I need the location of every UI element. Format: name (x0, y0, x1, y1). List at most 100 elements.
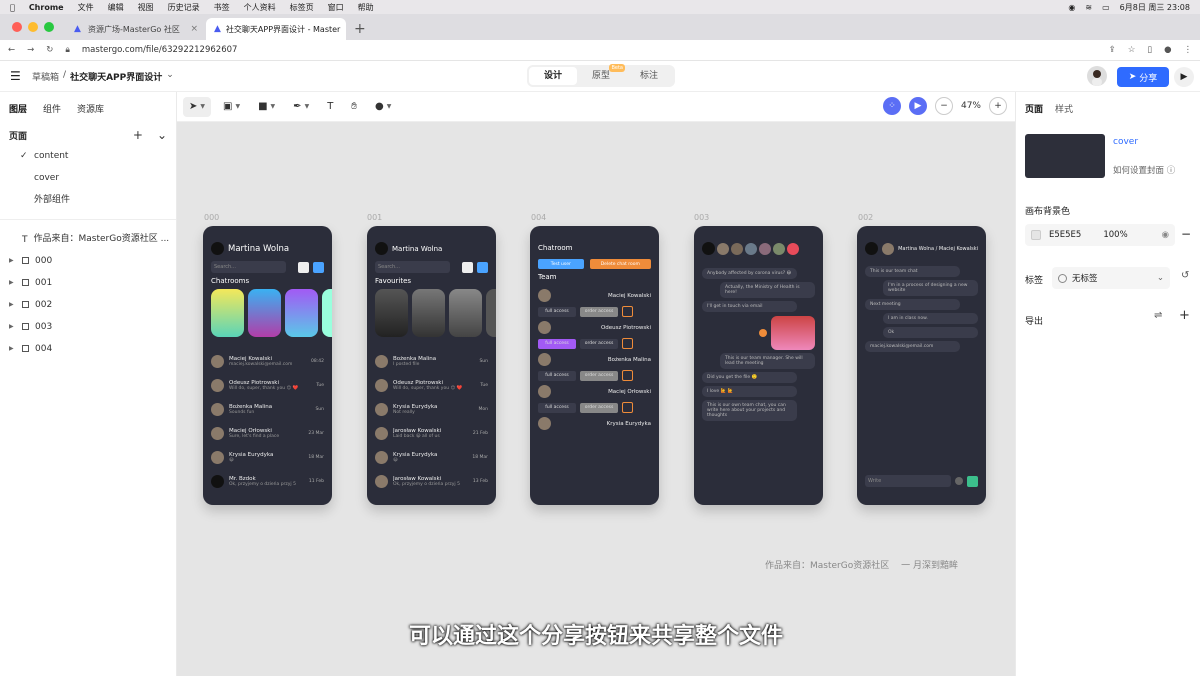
expand-arrow-icon[interactable]: ▶ (9, 294, 14, 316)
battery-icon[interactable]: ▭ (1102, 3, 1110, 12)
phone-frame-004[interactable]: Chatroom Test user Delete chat room Team… (530, 226, 659, 505)
frame-label[interactable]: 003 (694, 213, 709, 222)
zoom-level[interactable]: 47% (961, 101, 981, 111)
play-icon[interactable]: ▶ (908, 97, 927, 115)
text-tool[interactable]: T (321, 97, 339, 117)
tab-components[interactable]: 组件 (43, 102, 61, 115)
phone-frame-002[interactable]: Martina Wolna / Maciej Kowalski This is … (857, 226, 986, 505)
avatar-strip (694, 242, 823, 255)
label-select[interactable]: 无标签 ⌄ (1052, 267, 1170, 289)
lock-icon[interactable]: 🔒︎ (65, 45, 70, 55)
apple-icon[interactable]:  (10, 3, 15, 12)
color-swatch[interactable] (1031, 230, 1041, 240)
reload-icon[interactable]: ↻ (46, 45, 53, 55)
app-name[interactable]: Chrome (29, 3, 64, 12)
layer-item[interactable]: ▶ 001 (0, 272, 176, 294)
add-export-icon[interactable]: + (1179, 308, 1190, 323)
phone-frame-001[interactable]: Martina Wolna Search... Favourites Bożen… (367, 226, 496, 505)
layer-item[interactable]: T 作品来自：MasterGo资源社区 ... (0, 228, 176, 250)
url-field[interactable]: mastergo.com/file/63292212962607 (82, 45, 1097, 55)
tab-prototype[interactable]: 原型 Beta (577, 64, 625, 85)
frame-label[interactable]: 001 (367, 213, 382, 222)
new-tab-button[interactable]: + (346, 21, 374, 40)
menu-tabs[interactable]: 标签页 (290, 2, 314, 13)
minimize-window-button[interactable] (28, 22, 38, 32)
browser-tab-active[interactable]: ▲ 社交聊天APP界面设计 - Master × (206, 18, 346, 40)
tab-layers[interactable]: 图层 (9, 102, 27, 115)
phone-frame-000[interactable]: Martina Wolna Search... Chatrooms Maciej… (203, 226, 332, 505)
collapse-pages-icon[interactable]: ⌄ (157, 128, 167, 142)
share-page-icon[interactable]: ⇪ (1109, 45, 1116, 55)
menu-edit[interactable]: 编辑 (108, 2, 124, 13)
file-name[interactable]: 社交聊天APP界面设计 (70, 70, 162, 83)
comment-tool[interactable]: ● ▼ (369, 97, 397, 117)
menu-window[interactable]: 窗口 (328, 2, 344, 13)
move-tool[interactable]: ➤ ▼ (183, 96, 212, 117)
menu-file[interactable]: 文件 (78, 2, 94, 13)
add-page-icon[interactable]: + (133, 128, 143, 142)
page-item-cover[interactable]: cover (0, 167, 176, 189)
zoom-in-button[interactable]: + (989, 97, 1007, 115)
forward-icon[interactable]: → (27, 45, 34, 55)
more-icon[interactable]: ⋮ (1184, 45, 1193, 55)
bookmark-star-icon[interactable]: ☆ (1128, 45, 1136, 55)
wifi-icon[interactable]: ≋ (1085, 3, 1092, 12)
avatar[interactable] (1087, 66, 1107, 86)
shape-tool[interactable]: ■ ▼ (252, 97, 281, 117)
layer-item[interactable]: ▶ 002 (0, 294, 176, 316)
clock[interactable]: 6月8日 周三 23:08 (1120, 2, 1190, 13)
cover-thumbnail[interactable] (1025, 134, 1105, 178)
browser-tab[interactable]: ▲ 资源广场-MasterGo 社区 × (66, 18, 206, 40)
frame-tool[interactable]: ▣ ▼ (217, 97, 246, 117)
frame-label[interactable]: 004 (531, 213, 546, 222)
tab-annotate[interactable]: 标注 (625, 67, 673, 85)
close-window-button[interactable] (12, 22, 22, 32)
expand-arrow-icon[interactable]: ▶ (9, 316, 14, 338)
present-button[interactable]: ▶ (1174, 67, 1194, 87)
remove-icon[interactable]: − (1181, 227, 1191, 241)
zoom-window-button[interactable] (44, 22, 54, 32)
reset-icon[interactable]: ↺ (1181, 270, 1189, 281)
cover-how-link[interactable]: 如何设置封面 ⓘ (1113, 164, 1175, 176)
frame-label[interactable]: 002 (858, 213, 873, 222)
export-settings-icon[interactable]: ⇌ (1154, 310, 1162, 321)
status-icon[interactable]: ◉ (1068, 3, 1075, 12)
sidebar-icon[interactable]: ▯ (1147, 45, 1152, 55)
share-button[interactable]: ➤ 分享 (1117, 67, 1169, 87)
menu-profile[interactable]: 个人资料 (244, 2, 276, 13)
profile-icon[interactable]: ● (1164, 45, 1171, 55)
close-icon[interactable]: × (190, 24, 198, 34)
hand-tool[interactable]: ✋︎ (345, 97, 363, 117)
expand-arrow-icon[interactable]: ▶ (9, 338, 14, 360)
tab-styles[interactable]: 样式 (1055, 102, 1073, 115)
page-item-external[interactable]: 外部组件 (0, 189, 176, 211)
page-item-content[interactable]: ✓ content (0, 145, 176, 167)
breadcrumb-drafts[interactable]: 草稿箱 (32, 70, 59, 83)
bg-opacity[interactable]: 100% (1103, 230, 1127, 240)
hamburger-menu-icon[interactable]: ☰ (10, 69, 22, 83)
back-icon[interactable]: ← (8, 45, 15, 55)
tab-page[interactable]: 页面 (1025, 102, 1043, 115)
expand-arrow-icon[interactable]: ▶ (9, 250, 14, 272)
eye-icon[interactable]: ◉ (1162, 230, 1169, 240)
phone-frame-003[interactable]: Anybody affected by corona virus? 😷 Actu… (694, 226, 823, 505)
tab-design[interactable]: 设计 (529, 67, 577, 85)
expand-arrow-icon[interactable]: ▶ (9, 272, 14, 294)
layer-item[interactable]: ▶ 004 (0, 338, 176, 360)
tab-assets[interactable]: 资源库 (77, 102, 104, 115)
frame-label[interactable]: 000 (204, 213, 219, 222)
menu-help[interactable]: 帮助 (358, 2, 374, 13)
cover-name[interactable]: cover (1113, 137, 1138, 147)
layer-item[interactable]: ▶ 000 (0, 250, 176, 272)
plugin-icon[interactable]: ⁘ (882, 97, 901, 115)
chevron-down-icon[interactable]: ⌄ (166, 70, 174, 83)
layer-item[interactable]: ▶ 003 (0, 316, 176, 338)
menu-bookmarks[interactable]: 书签 (214, 2, 230, 13)
menu-view[interactable]: 视图 (138, 2, 154, 13)
bg-hex[interactable]: E5E5E5 (1049, 230, 1081, 240)
pen-tool[interactable]: ✒ ▼ (287, 97, 315, 117)
canvas[interactable]: ➤ ▼ ▣ ▼ ■ ▼ ✒ ▼ T ✋︎ ● ▼ ⁘ ▶ − 47% + 000 001 … (177, 92, 1015, 676)
zoom-out-button[interactable]: − (934, 97, 953, 115)
menu-history[interactable]: 历史记录 (168, 2, 200, 13)
canvas-bg-field[interactable]: E5E5E5 100% ◉ (1025, 224, 1175, 246)
